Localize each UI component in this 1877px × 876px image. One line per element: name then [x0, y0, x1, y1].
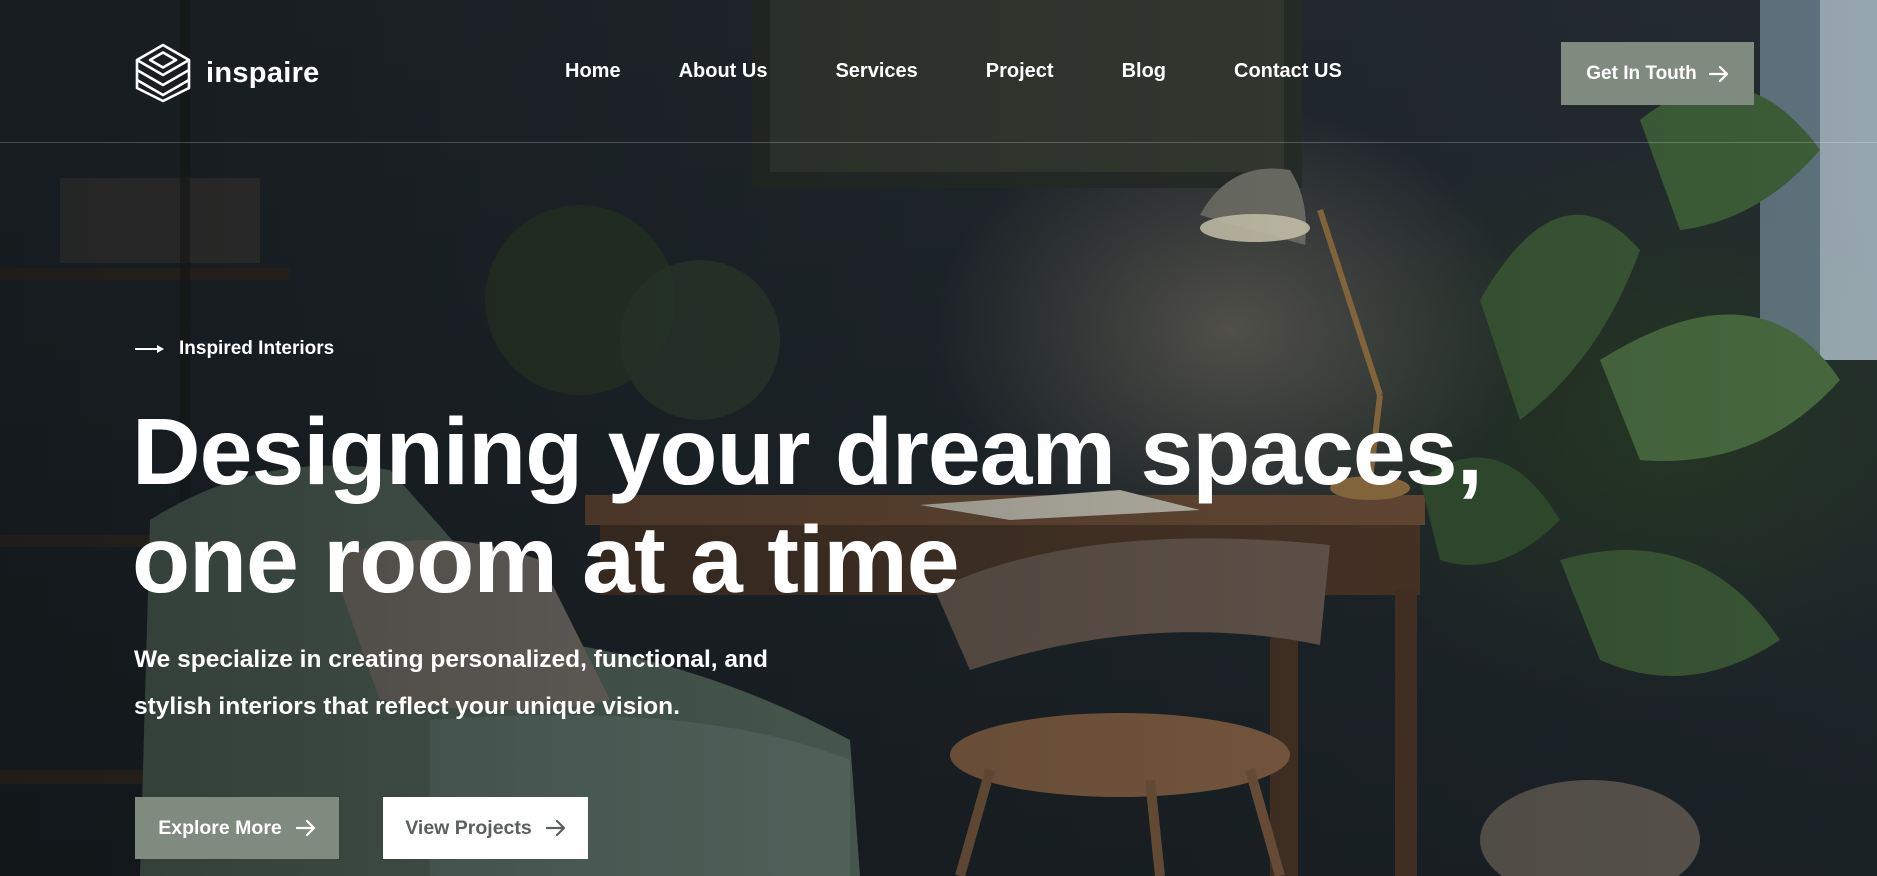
long-arrow-right-icon [135, 345, 164, 353]
stacked-layers-logo-icon [135, 43, 191, 103]
view-projects-button[interactable]: View Projects [383, 797, 588, 859]
nav-item-project[interactable]: Project [986, 60, 1054, 83]
brand-name: inspaire [206, 56, 320, 89]
get-in-touch-label: Get In Touth [1586, 62, 1697, 84]
hero-section: inspaire Home About Us Services Project … [0, 0, 1877, 876]
nav-item-blog[interactable]: Blog [1122, 60, 1166, 83]
nav-item-about-us[interactable]: About Us [679, 60, 768, 83]
hero-description-line-2: stylish interiors that reflect your uniq… [134, 693, 680, 720]
get-in-touch-button[interactable]: Get In Touth [1561, 42, 1754, 105]
explore-more-label: Explore More [158, 816, 282, 839]
nav-item-contact-us[interactable]: Contact US [1234, 60, 1342, 83]
hero-description: We specialize in creating personalized, … [134, 636, 854, 730]
hero-headline-line-1: Designing your dream spaces, [132, 399, 1483, 505]
hero-headline-line-2: one room at a time [132, 507, 960, 613]
hero-kicker-label: Inspired Interiors [179, 338, 335, 359]
arrow-right-icon [1708, 65, 1728, 82]
arrow-right-icon [295, 820, 315, 836]
hero-headline: Designing your dream spaces, one room at… [132, 398, 1632, 614]
nav-item-services[interactable]: Services [835, 60, 917, 83]
hero-description-line-1: We specialize in creating personalized, … [134, 646, 768, 673]
site-header: inspaire Home About Us Services Project … [0, 0, 1877, 143]
explore-more-button[interactable]: Explore More [135, 797, 339, 859]
arrow-right-icon [545, 820, 565, 836]
view-projects-label: View Projects [405, 816, 532, 839]
nav-item-home[interactable]: Home [565, 60, 621, 83]
brand-logo[interactable]: inspaire [134, 42, 320, 104]
hero-kicker: Inspired Interiors [135, 338, 334, 360]
main-nav: Home About Us Services Project Blog Cont… [565, 60, 1342, 83]
